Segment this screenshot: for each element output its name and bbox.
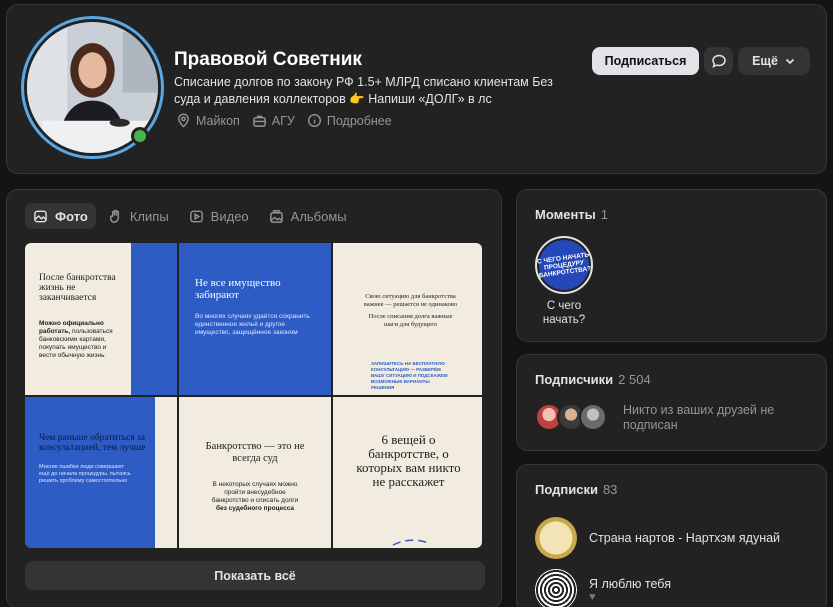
subscriptions-title[interactable]: Подписки 83 [535, 482, 617, 497]
subscription-info: Я люблю тебя ♥ [589, 577, 671, 603]
tab-clips-label: Клипы [129, 208, 169, 224]
moments-title[interactable]: Моменты 1 [535, 207, 608, 222]
tile-footer: ЗАПИШИТЕСЬ НА БЕСПЛАТНУЮ КОНСУЛЬТАЦИЮ — … [371, 361, 448, 390]
subscription-name: Страна нартов - Нартхэм ядунай [589, 531, 781, 545]
moment-cover: С ЧЕГО НАЧАТЬ ПРОЦЕДУРУ БАНКРОТСТВА? [535, 236, 593, 294]
subscribe-button[interactable]: Подписаться [592, 47, 699, 75]
message-icon [711, 54, 726, 68]
photo-tile[interactable]: Банкротство — это не всегда суд В некото… [179, 397, 331, 548]
tile-body: Многие ошибки люди совершают ещё до нача… [39, 464, 131, 484]
photo-tile[interactable]: Не все имущество забирают Во многих случ… [179, 243, 331, 395]
tile-stripe [155, 397, 177, 548]
subscription-item[interactable]: Страна нартов - Нартхэм ядунай [535, 517, 780, 559]
friends-note: Никто из ваших друзей не подписан [623, 403, 775, 432]
subscription-item[interactable]: Я люблю тебя ♥ [535, 569, 671, 607]
profile-status: Списание долгов по закону РФ 1.5+ МЛРД с… [174, 75, 553, 106]
photo-tile[interactable]: После банкротства жизнь не заканчивается… [25, 243, 177, 395]
tile-body: После списания долга важные шаги для буд… [368, 313, 453, 328]
tile-heading: Чем раньше обратиться за консультацией, … [39, 433, 146, 453]
video-icon [189, 210, 203, 222]
moment-label[interactable]: С чего начать? [531, 299, 597, 327]
avatar [535, 517, 577, 559]
meta-location[interactable]: Майкоп [176, 113, 240, 128]
media-tabs: Фото Клипы Видео Альбомы [25, 203, 355, 229]
tile-heading: Свою ситуацию для банкротства важнее — р… [363, 293, 458, 308]
tile-heading: После банкротства жизнь не заканчивается [39, 273, 116, 303]
message-button[interactable] [704, 47, 733, 75]
more-label: Ещё [752, 54, 778, 68]
tab-video[interactable]: Видео [181, 203, 257, 229]
info-icon [307, 113, 321, 128]
subscribers-count: 2 504 [618, 372, 651, 387]
chevron-down-icon [785, 58, 794, 65]
subscriptions-count: 83 [602, 482, 618, 497]
subscribers-title-label: Подписчики [535, 372, 614, 387]
avatar [579, 403, 607, 431]
tile-heading: Банкротство — это не всегда суд [205, 441, 305, 464]
moments-block: Моменты 1 С ЧЕГО НАЧАТЬ ПРОЦЕДУРУ БАНКРОТ… [516, 189, 827, 342]
tile-heading: Не все имущество забирают [195, 277, 281, 301]
subscription-name: Я люблю тебя [589, 577, 671, 591]
meta-education-label: АГУ [271, 113, 295, 128]
tile-body-bold: без судебного процесса [215, 505, 295, 512]
profile-meta: Майкоп АГУ Подробнее [176, 113, 392, 128]
heart-icon: ♥ [589, 591, 596, 603]
moments-count: 1 [600, 207, 609, 222]
tab-albums[interactable]: Альбомы [261, 203, 355, 229]
subscriber-avatars[interactable] [535, 403, 607, 431]
photo-tile[interactable]: 6 вещей о банкротстве, о которых вам ник… [333, 397, 482, 548]
clips-icon [109, 209, 119, 223]
photo-grid: После банкротства жизнь не заканчивается… [25, 243, 482, 548]
moments-title-label: Моменты [535, 207, 596, 222]
tab-photo-label: Фото [55, 208, 88, 224]
more-button[interactable]: Ещё [738, 47, 810, 75]
tile-body: В некоторых случаях можно пройти внесуде… [209, 481, 301, 513]
tile-body: Можно официально работать, пользоваться … [39, 320, 125, 360]
tile-body: Во многих случаях удаётся сохранить един… [195, 313, 310, 336]
subscribers-block: Подписчики 2 504 Никто из ваших друзей не… [516, 354, 827, 451]
photo-tile[interactable]: Свою ситуацию для банкротства важнее — р… [333, 243, 482, 395]
moment-item[interactable]: С ЧЕГО НАЧАТЬ ПРОЦЕДУРУ БАНКРОТСТВА? [535, 236, 593, 294]
tab-clips[interactable]: Клипы [100, 203, 177, 229]
tile-stripe [131, 243, 177, 395]
tile-heading: 6 вещей о банкротстве, о которых вам ник… [356, 432, 461, 489]
profile-header: Правовой Советник Списание долгов по зак… [6, 4, 827, 174]
meta-location-label: Майкоп [196, 113, 240, 128]
avatar [535, 569, 577, 607]
photo-icon [34, 210, 47, 222]
meta-education[interactable]: АГУ [252, 113, 295, 128]
media-block: Фото Клипы Видео Альбомы После банкротст… [6, 189, 502, 607]
tab-photo[interactable]: Фото [25, 203, 96, 229]
briefcase-icon [253, 115, 266, 127]
photo-tile[interactable]: Чем раньше обратиться за консультацией, … [25, 397, 177, 548]
subscriptions-title-label: Подписки [535, 482, 598, 497]
meta-details-label: Подробнее [326, 113, 392, 128]
meta-details[interactable]: Подробнее [307, 113, 392, 128]
subscribers-title[interactable]: Подписчики 2 504 [535, 372, 651, 387]
albums-icon [269, 209, 283, 223]
tab-albums-label: Альбомы [290, 208, 347, 224]
tile-decoration [392, 539, 430, 546]
show-all-button[interactable]: Показать всё [25, 561, 485, 590]
profile-name: Правовой Советник [174, 49, 362, 70]
location-pin-icon [178, 113, 189, 128]
tile-body-text: В некоторых случаях можно пройти внесуде… [211, 481, 299, 504]
online-indicator [131, 127, 149, 145]
tab-video-label: Видео [210, 208, 249, 224]
subscriptions-block: Подписки 83 Страна нартов - Нартхэм ядуна… [516, 464, 827, 607]
